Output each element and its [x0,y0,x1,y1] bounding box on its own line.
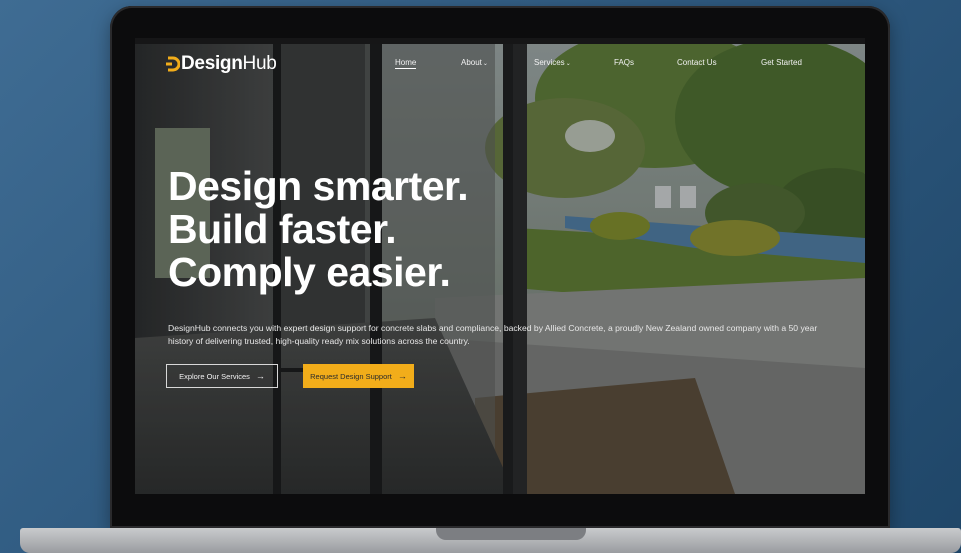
nav-item-about[interactable]: About⌄ [461,58,488,67]
nav-item-services[interactable]: Services⌄ [534,58,571,67]
hero-description: DesignHub connects you with expert desig… [168,323,818,346]
laptop-notch [436,528,586,540]
arrow-right-icon: → [397,371,407,381]
hero-headline: Design smarter. Build faster. Comply eas… [168,163,469,295]
chevron-down-icon: ⌄ [482,61,488,67]
main-nav: Home About⌄ Services⌄ FAQs Contact Us Ge… [135,58,865,72]
headline-line-3: Comply easier. [168,249,451,295]
nav-item-faqs[interactable]: FAQs [614,58,634,67]
website-screen: Design Hub Home About⌄ Services⌄ FAQs Co… [135,38,865,494]
nav-item-home[interactable]: Home [395,58,417,69]
explore-services-button[interactable]: Explore Our Services → [166,364,278,388]
chevron-down-icon: ⌄ [565,61,571,67]
nav-item-get-started[interactable]: Get Started [761,58,802,67]
request-design-support-button[interactable]: Request Design Support → [303,364,414,388]
arrow-right-icon: → [255,371,265,381]
nav-item-contact-us[interactable]: Contact Us [677,58,717,67]
headline-line-1: Design smarter. [168,163,469,209]
headline-line-2: Build faster. [168,206,397,252]
